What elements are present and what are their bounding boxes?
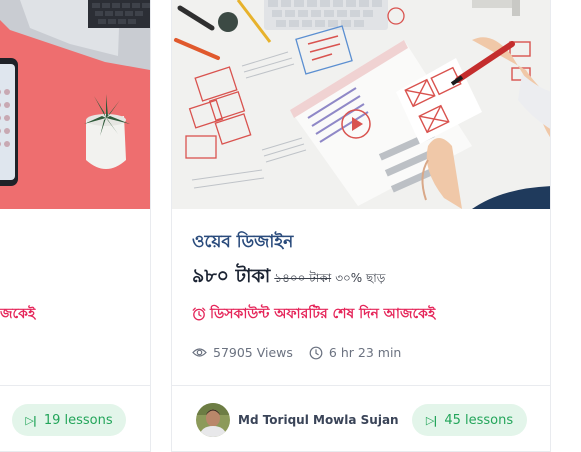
- lessons-label: 19 lessons: [43, 412, 113, 428]
- play-step-icon: ▷|: [25, 413, 37, 427]
- course-card-web-design[interactable]: ওয়েব ডিজাইন ৯৮০ টাকা ১৪০০ টাকা ৩০% ছাড়…: [171, 0, 551, 452]
- lessons-label: 45 lessons: [444, 412, 514, 428]
- duration-text: 6 hr 23 min: [328, 345, 402, 360]
- views-meta: 57905 Views: [192, 345, 293, 360]
- discount-percent: ৩০% ছাড়: [335, 271, 386, 285]
- duration-meta: 6 hr 23 min: [309, 345, 401, 360]
- lessons-button[interactable]: ▷| 19 lessons: [12, 404, 126, 436]
- offer-text: জকেই: [0, 306, 36, 322]
- course-title[interactable]: ওয়েব ডিজাইন: [192, 229, 293, 257]
- course-thumbnail[interactable]: [172, 0, 550, 209]
- avatar[interactable]: [196, 403, 230, 437]
- price-row: ৯৮০ টাকা ১৪০০ টাকা ৩০% ছাড়: [192, 262, 385, 294]
- lessons-button[interactable]: ▷| 45 lessons: [412, 404, 527, 436]
- course-thumbnail[interactable]: [0, 0, 150, 209]
- alarm-clock-icon: [192, 307, 206, 321]
- offer-text: ডিসকাউন্ট অফারটির শেষ দিন আজকেই: [210, 306, 436, 322]
- workspace-photo: [0, 0, 150, 209]
- play-step-icon: ▷|: [425, 413, 438, 427]
- card-divider: [172, 385, 550, 386]
- instructor[interactable]: Md Toriqul Mowla Sujan: [196, 403, 399, 437]
- course-card-left[interactable]: জকেই ▷| 19 lessons: [0, 0, 151, 452]
- author-name[interactable]: Md Toriqul Mowla Sujan: [238, 413, 399, 427]
- clock-icon: [309, 346, 323, 359]
- wireframe-photo: [172, 0, 550, 209]
- current-price: ৯৮০ টাকা: [192, 265, 271, 287]
- original-price: ১৪০০ টাকা: [274, 271, 332, 285]
- card-divider: [0, 385, 150, 386]
- avatar-photo: [196, 403, 230, 437]
- offer-row: ডিসকাউন্ট অফারটির শেষ দিন আজকেই: [192, 302, 435, 326]
- course-meta: 57905 Views 6 hr 23 min: [192, 345, 401, 360]
- eye-icon: [192, 348, 207, 357]
- views-count: 57905 Views: [213, 345, 293, 360]
